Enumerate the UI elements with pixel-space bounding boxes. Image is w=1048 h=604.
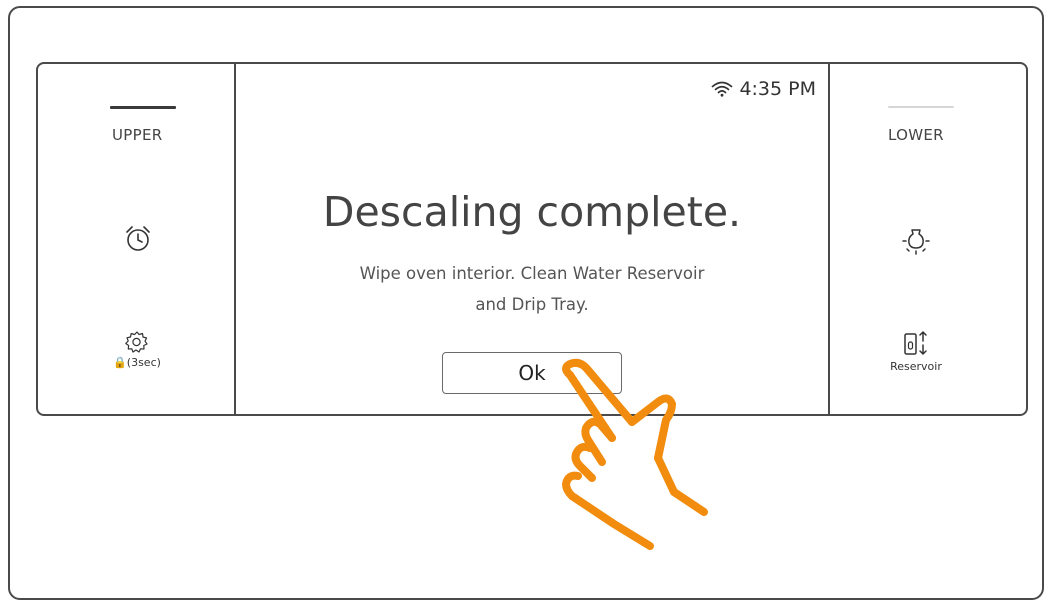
reservoir-icon xyxy=(904,331,927,355)
reservoir-caption: Reservoir xyxy=(890,360,942,373)
lower-cavity-indicator xyxy=(888,106,954,108)
left-side-panel: UPPER 🔒(3sec) xyxy=(38,64,234,414)
dialog-message: Wipe oven interior. Clean Water Reservoi… xyxy=(236,258,828,320)
clock: 4:35 PM xyxy=(739,78,816,100)
timer-button[interactable] xyxy=(118,224,158,254)
oven-light-button[interactable] xyxy=(896,224,936,256)
display-screen: 4:35 PM Descaling complete. Wipe oven in… xyxy=(234,64,830,414)
lower-cavity-button[interactable]: LOWER xyxy=(888,126,944,144)
dialog-message-line-1: Wipe oven interior. Clean Water Reservoi… xyxy=(359,264,705,283)
gear-icon xyxy=(125,331,148,353)
tapping-hand-icon xyxy=(562,358,708,550)
settings-caption: 🔒(3sec) xyxy=(113,356,161,369)
alarm-clock-icon xyxy=(126,226,150,251)
settings-button[interactable]: 🔒(3sec) xyxy=(102,330,172,369)
dialog-message-line-2: and Drip Tray. xyxy=(475,295,589,314)
control-panel: UPPER 🔒(3sec) 4:35 PM Descaling complete… xyxy=(36,62,1028,416)
light-bulb-icon xyxy=(902,229,930,255)
upper-cavity-button[interactable]: UPPER xyxy=(112,126,162,144)
upper-cavity-indicator xyxy=(110,106,176,109)
dialog-title: Descaling complete. xyxy=(322,188,742,236)
right-side-panel: LOWER Reservoir xyxy=(830,64,1026,414)
wifi-icon xyxy=(712,81,733,97)
status-bar: 4:35 PM xyxy=(711,78,816,100)
reservoir-button[interactable]: Reservoir xyxy=(880,330,952,373)
